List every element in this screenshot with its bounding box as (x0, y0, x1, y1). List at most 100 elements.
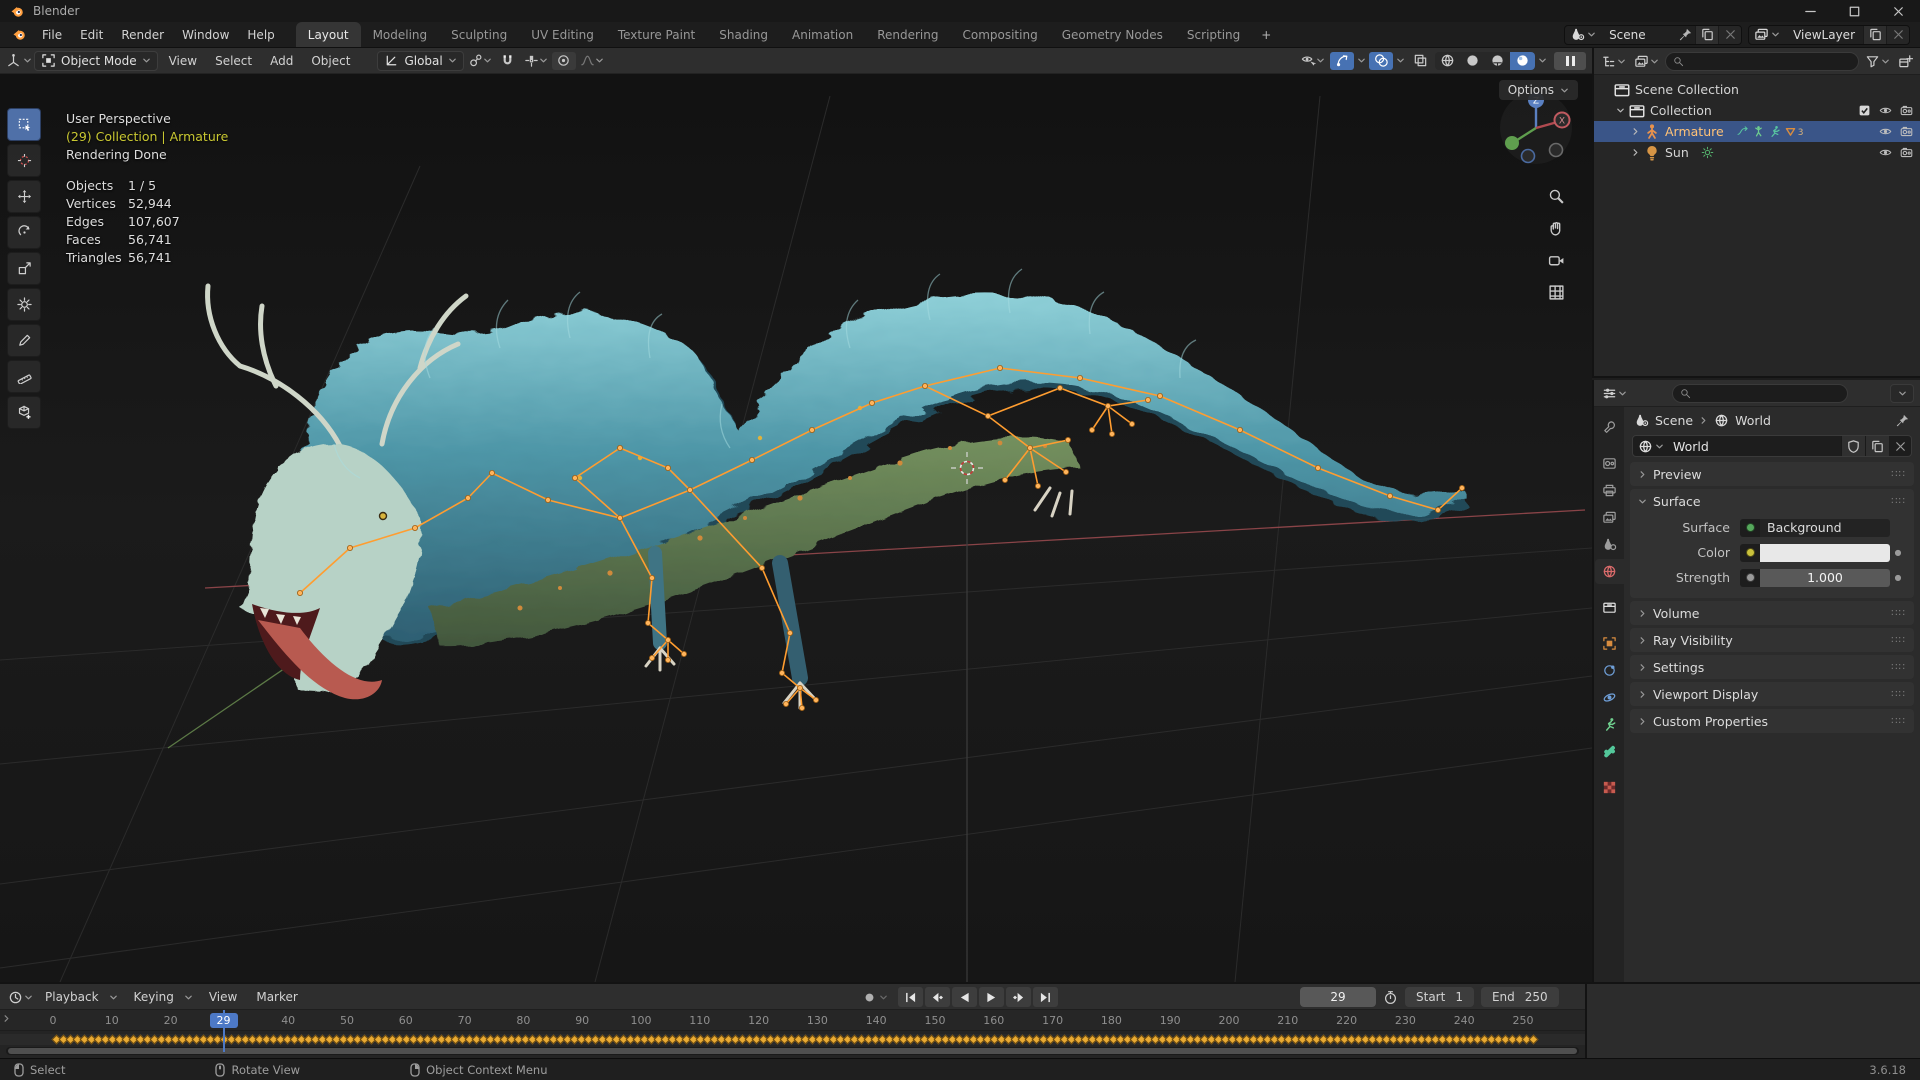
menu-help[interactable]: Help (238, 25, 283, 45)
tool-move-button[interactable] (7, 180, 41, 213)
panel-header-ray-visibility[interactable]: Ray Visibility∷∷ (1630, 628, 1914, 652)
properties-tab-render[interactable] (1595, 451, 1624, 476)
outliner-row-sun[interactable]: Sun (1594, 142, 1920, 163)
previous-keyframe-icon[interactable] (925, 987, 950, 1007)
world-name-field[interactable]: World (1669, 439, 1841, 454)
chevron-down-icon[interactable] (1538, 56, 1547, 65)
properties-search[interactable] (1672, 384, 1848, 403)
properties-tab-constraints[interactable] (1595, 658, 1624, 683)
pin-icon[interactable] (1895, 413, 1910, 428)
panel-grip[interactable]: ∷∷ (1891, 635, 1906, 646)
xray-toggle[interactable] (1408, 52, 1432, 70)
shading-solid-icon[interactable] (1460, 52, 1485, 70)
snap-toggle[interactable] (496, 52, 520, 70)
timeline-menu-playback[interactable]: Playback (36, 987, 108, 1007)
outliner-row-scene-collection[interactable]: Scene Collection (1594, 79, 1920, 100)
properties-options-button[interactable] (1890, 384, 1914, 403)
disclosure-down-icon[interactable] (1613, 106, 1628, 115)
tool-transform-button[interactable] (7, 288, 41, 321)
outliner-display-mode-dropdown[interactable] (1632, 54, 1661, 69)
panel-grip[interactable]: ∷∷ (1891, 662, 1906, 673)
play-reverse-icon[interactable] (952, 987, 977, 1007)
workspace-tab-geometry-nodes[interactable]: Geometry Nodes (1050, 22, 1175, 47)
orientation-dropdown[interactable]: Global (377, 51, 463, 71)
workspace-tab-texture-paint[interactable]: Texture Paint (606, 22, 707, 47)
jump-to-end-icon[interactable] (1033, 987, 1058, 1007)
node-socket[interactable] (1740, 569, 1760, 587)
timeline-keyframes[interactable] (0, 1031, 1585, 1048)
menu-file[interactable]: File (33, 25, 71, 45)
minimize-icon[interactable] (1788, 0, 1832, 22)
shading-rendered-icon[interactable] (1510, 52, 1535, 70)
panel-grip[interactable]: ∷∷ (1891, 469, 1906, 480)
panel-header-preview[interactable]: Preview∷∷ (1630, 462, 1914, 486)
shading-wireframe-icon[interactable] (1435, 52, 1460, 70)
duplicate-scene-icon[interactable] (1695, 26, 1718, 44)
world-datablock-dropdown[interactable] (1633, 439, 1669, 454)
visibility-dropdown[interactable] (1299, 52, 1327, 70)
timeline-menu-marker[interactable]: Marker (247, 987, 306, 1007)
editor-3d-icon[interactable] (6, 53, 21, 68)
workspace-tab-shading[interactable]: Shading (707, 22, 780, 47)
outliner-editor-dropdown[interactable] (1599, 54, 1628, 69)
panel-grip[interactable]: ∷∷ (1891, 689, 1906, 700)
panel-grip[interactable]: ∷∷ (1891, 496, 1906, 507)
properties-tab-texture[interactable] (1595, 775, 1624, 800)
playhead-badge[interactable]: 29 (210, 1013, 238, 1028)
outliner-search[interactable] (1665, 52, 1859, 71)
properties-search-input[interactable] (1696, 386, 1840, 400)
unlink-datablock-icon[interactable] (1889, 439, 1911, 454)
snap-target-dropdown[interactable] (522, 52, 550, 70)
fake-user-shield-icon[interactable] (1841, 436, 1865, 456)
color-field[interactable] (1740, 544, 1890, 562)
workspace-tab-sculpting[interactable]: Sculpting (439, 22, 519, 47)
stopwatch-icon[interactable] (1383, 990, 1398, 1005)
tool-select-box-button[interactable] (7, 108, 41, 141)
animate-property-button[interactable]: ● (1890, 548, 1906, 557)
strength-field[interactable]: 1.000 (1740, 569, 1890, 587)
overlays-toggle[interactable] (1369, 52, 1393, 70)
workspace-tab-scripting[interactable]: Scripting (1175, 22, 1252, 47)
proportional-edit-toggle[interactable] (552, 52, 576, 70)
viewport-3d[interactable]: Object Mode ViewSelectAddObject Global (0, 48, 1592, 982)
camera-icon[interactable] (1900, 125, 1913, 138)
options-dropdown[interactable]: Options (1499, 80, 1578, 100)
field-value[interactable]: Background (1760, 519, 1890, 537)
pivot-point-dropdown[interactable] (466, 52, 494, 70)
viewport-menu-add[interactable]: Add (261, 51, 302, 71)
add-workspace-button[interactable]: + (1252, 22, 1280, 47)
surface-field[interactable]: Background (1740, 519, 1890, 537)
field-value[interactable]: 1.000 (1760, 569, 1890, 587)
view-layer-selector[interactable]: ViewLayer (1748, 25, 1910, 45)
properties-tab-world[interactable] (1595, 559, 1624, 584)
maximize-icon[interactable] (1832, 0, 1876, 22)
panel-header-custom-properties[interactable]: Custom Properties∷∷ (1630, 709, 1914, 733)
timeline-menu-view[interactable]: View (200, 987, 246, 1007)
chevron-down-icon[interactable] (1396, 56, 1405, 65)
outliner-search-input[interactable] (1689, 54, 1851, 68)
mode-dropdown[interactable]: Object Mode (34, 51, 158, 71)
blender-menu-icon[interactable] (6, 27, 33, 42)
properties-tab-object-data[interactable] (1595, 712, 1624, 737)
close-icon[interactable] (1876, 0, 1920, 22)
duplicate-datablock-icon[interactable] (1865, 436, 1889, 456)
camera-view-icon[interactable] (1548, 252, 1565, 269)
tool-annotate-button[interactable] (7, 324, 41, 357)
properties-editor-dropdown[interactable] (1600, 386, 1629, 401)
zoom-icon[interactable] (1548, 188, 1565, 205)
eye-icon[interactable] (1879, 125, 1892, 138)
auto-keying-toggle[interactable] (862, 990, 888, 1005)
tool-rotate-button[interactable] (7, 216, 41, 249)
node-socket[interactable] (1740, 519, 1760, 537)
frame-start-field[interactable]: Start1 (1405, 987, 1474, 1007)
play-icon[interactable] (979, 987, 1004, 1007)
timeline-ruler[interactable]: 0102040506070809010011012013014015016017… (0, 1010, 1585, 1031)
jump-to-start-icon[interactable] (898, 987, 923, 1007)
camera-icon[interactable] (1900, 146, 1913, 159)
properties-tab-physics[interactable] (1595, 685, 1624, 710)
panel-header-settings[interactable]: Settings∷∷ (1630, 655, 1914, 679)
properties-tab-view-layer[interactable] (1595, 505, 1624, 530)
surface-panel-header[interactable]: Surface ∷∷ (1630, 489, 1914, 513)
outliner-filter-dropdown[interactable] (1863, 54, 1892, 69)
workspace-tab-rendering[interactable]: Rendering (865, 22, 950, 47)
